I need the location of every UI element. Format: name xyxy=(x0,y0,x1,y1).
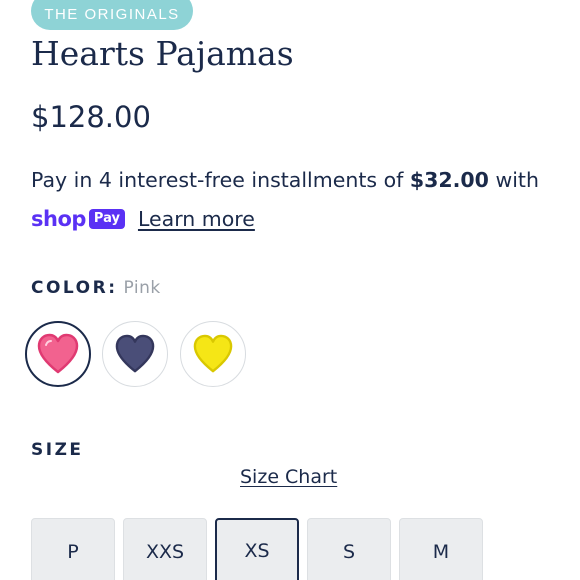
size-option-xxs[interactable]: XXS xyxy=(123,518,207,580)
size-option-xs[interactable]: XS xyxy=(215,518,299,580)
shop-pay-row: shop Pay Learn more xyxy=(31,205,255,233)
size-label: SIZE xyxy=(31,440,84,460)
size-chart-link[interactable]: Size Chart xyxy=(240,466,337,488)
color-swatch-pink[interactable] xyxy=(25,321,91,387)
selected-color-value: Pink xyxy=(123,278,161,298)
installments-suffix: with xyxy=(488,168,539,192)
installments-prefix: Pay in 4 interest-free installments of xyxy=(31,168,410,192)
pink-heart-icon xyxy=(37,333,79,374)
collection-badge: THE ORIGINALS xyxy=(31,0,193,30)
size-option-p[interactable]: P xyxy=(31,518,115,580)
installment-amount: $32.00 xyxy=(409,168,489,192)
shop-pay-logo: shop xyxy=(31,207,86,231)
color-label: COLOR: xyxy=(31,278,118,298)
color-swatch-navy[interactable] xyxy=(102,321,168,387)
color-swatch-yellow[interactable] xyxy=(180,321,246,387)
product-price: $128.00 xyxy=(31,100,151,134)
learn-more-link[interactable]: Learn more xyxy=(138,207,255,231)
color-selector-label: COLOR: Pink xyxy=(31,278,161,298)
size-option-s[interactable]: S xyxy=(307,518,391,580)
product-title: Hearts Pajamas xyxy=(31,34,294,73)
size-option-m[interactable]: M xyxy=(399,518,483,580)
navy-heart-icon xyxy=(115,334,155,373)
installments-text: Pay in 4 interest-free installments of $… xyxy=(31,168,539,192)
shop-pay-chip: Pay xyxy=(88,209,125,229)
yellow-heart-icon xyxy=(193,334,233,373)
